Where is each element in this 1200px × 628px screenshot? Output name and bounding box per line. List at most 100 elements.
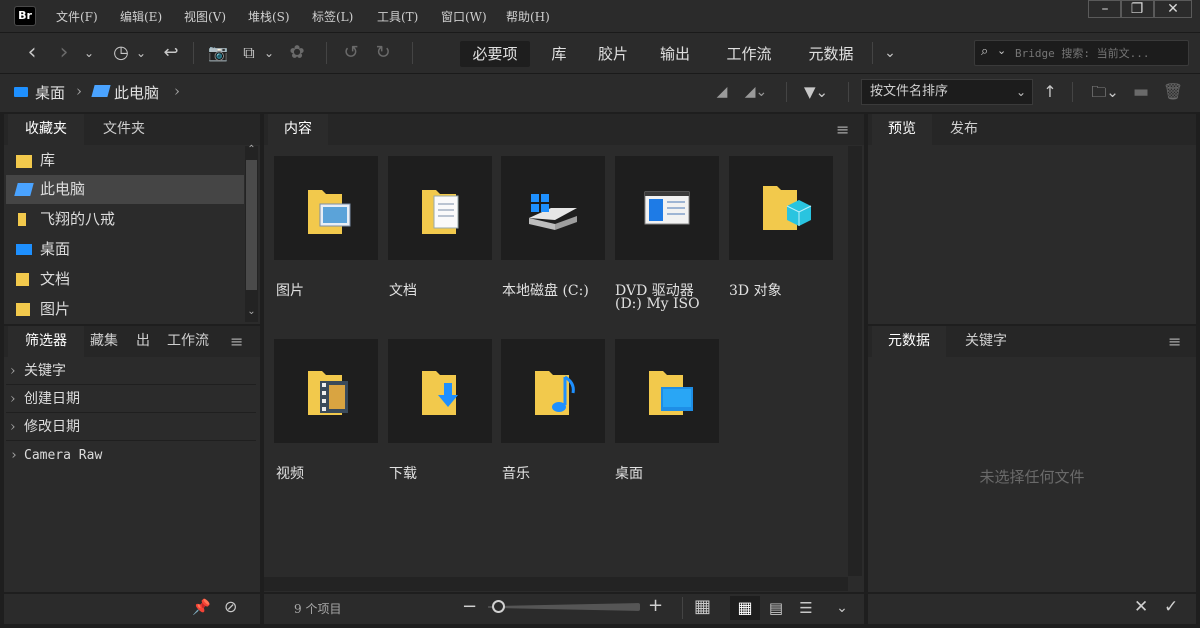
- view-list-icon[interactable]: ☰: [794, 596, 818, 620]
- slider-handle[interactable]: [492, 600, 505, 613]
- sort-dropdown[interactable]: 按文件名排序 ⌄: [861, 79, 1033, 105]
- filter-row-camera-raw[interactable]: › Camera Raw: [6, 442, 256, 469]
- close-button[interactable]: ✕: [1154, 0, 1192, 18]
- sort-direction-icon[interactable]: ↑: [1040, 79, 1060, 105]
- view-details-icon[interactable]: ▤: [764, 596, 788, 620]
- rotate-left-icon[interactable]: ↺: [340, 40, 362, 66]
- tab-folders[interactable]: 文件夹: [86, 114, 162, 145]
- search-dropdown-icon[interactable]: ⌄: [997, 44, 1006, 57]
- filter-tab-bar: 筛选器 藏集 出 工作流 ≡: [4, 326, 260, 357]
- minimize-button[interactable]: –: [1088, 0, 1122, 18]
- copy-dropdown-icon[interactable]: ⌄: [262, 40, 276, 66]
- favorite-item-this-pc[interactable]: 此电脑: [6, 175, 244, 204]
- tab-workflow[interactable]: 工作流: [162, 326, 214, 357]
- clear-filter-icon[interactable]: ⊘: [224, 597, 237, 616]
- zoom-in-icon[interactable]: +: [648, 595, 663, 616]
- tab-publish[interactable]: 发布: [932, 114, 996, 145]
- copy-icon[interactable]: ⧉: [238, 40, 260, 66]
- thumbnail-documents[interactable]: [388, 156, 492, 260]
- pin-icon[interactable]: 📌: [192, 598, 211, 616]
- thumbnail-quality-icon[interactable]: ◢⌄: [740, 79, 772, 105]
- search-input[interactable]: [1015, 44, 1185, 62]
- thumbnail-pictures[interactable]: [274, 156, 378, 260]
- workspace-essentials[interactable]: 必要项: [460, 41, 530, 67]
- menu-stacks[interactable]: 堆栈(S): [248, 8, 290, 25]
- item-label-documents: 文档: [389, 283, 417, 299]
- favorite-item-desktop[interactable]: 桌面: [6, 235, 244, 264]
- restore-button[interactable]: ❐: [1120, 0, 1154, 18]
- thumbnail-dvd-drive[interactable]: [615, 156, 719, 260]
- forward-icon[interactable]: ›: [54, 40, 74, 66]
- search-box[interactable]: ⌕ ⌄: [974, 40, 1189, 66]
- menu-file[interactable]: 文件(F): [56, 8, 98, 25]
- menu-window[interactable]: 窗口(W): [441, 8, 487, 25]
- thumbnail-music[interactable]: [501, 339, 605, 443]
- menu-tools[interactable]: 工具(T): [377, 8, 418, 25]
- scroll-up-icon[interactable]: ⌃: [246, 144, 257, 155]
- filter-row-date-created[interactable]: › 创建日期: [6, 386, 256, 413]
- thumbnail-3d-objects[interactable]: [729, 156, 833, 260]
- tab-export[interactable]: 出: [130, 326, 156, 357]
- zoom-out-icon[interactable]: −: [462, 596, 477, 617]
- new-folder-icon[interactable]: ▬: [1130, 79, 1152, 105]
- tab-content[interactable]: 内容: [268, 114, 328, 145]
- rotate-right-icon[interactable]: ↻: [372, 40, 394, 66]
- item-label-downloads: 下载: [389, 466, 417, 482]
- tab-metadata[interactable]: 元数据: [872, 326, 946, 357]
- refine-icon[interactable]: ✿: [286, 40, 308, 66]
- apply-icon[interactable]: ✓: [1164, 597, 1178, 617]
- menu-view[interactable]: 视图(V): [184, 8, 226, 25]
- filter-row-date-modified[interactable]: › 修改日期: [6, 414, 256, 441]
- view-thumbnails-icon[interactable]: ▦: [730, 596, 760, 620]
- thumbnail-videos[interactable]: [274, 339, 378, 443]
- content-horizontal-scrollbar[interactable]: [264, 577, 848, 591]
- favorite-item-documents[interactable]: 文档: [6, 265, 244, 294]
- breadcrumb-desktop[interactable]: 桌面: [35, 82, 65, 103]
- tab-collections[interactable]: 藏集: [84, 326, 124, 357]
- quality-icon[interactable]: ◢: [712, 79, 732, 105]
- content-vertical-scrollbar[interactable]: [848, 146, 862, 576]
- workspace-more-icon[interactable]: ⌄: [880, 40, 900, 66]
- cancel-icon[interactable]: ✕: [1134, 597, 1148, 617]
- history-dropdown-icon[interactable]: ⌄: [80, 40, 98, 66]
- filter-row-keywords[interactable]: › 关键字: [6, 358, 256, 385]
- back-icon[interactable]: ‹: [22, 40, 42, 66]
- favorite-item-pictures[interactable]: 图片: [6, 295, 244, 321]
- breadcrumb-this-pc[interactable]: 此电脑: [114, 82, 159, 103]
- delete-icon[interactable]: 🗑: [1162, 79, 1184, 105]
- toolbar-divider-4: [872, 42, 873, 64]
- breadcrumb-more-icon[interactable]: ›: [174, 82, 180, 100]
- view-options-icon[interactable]: ⌄: [832, 596, 852, 620]
- boomerang-icon[interactable]: ↩: [160, 40, 182, 66]
- favorite-item-library[interactable]: 库: [6, 146, 244, 175]
- thumbnail-desktop[interactable]: [615, 339, 719, 443]
- favorites-scrollbar[interactable]: ⌃ ⌄: [245, 144, 258, 322]
- item-label-music: 音乐: [502, 466, 530, 482]
- tab-filter[interactable]: 筛选器: [8, 326, 84, 357]
- workspace-output[interactable]: 输出: [652, 41, 698, 67]
- favorite-item-user[interactable]: 飞翔的八戒: [6, 205, 244, 234]
- favorites-scroll-thumb[interactable]: [246, 160, 257, 290]
- thumbnail-downloads[interactable]: [388, 339, 492, 443]
- workspace-filmstrip[interactable]: 胶片: [590, 41, 636, 67]
- workspace-libraries[interactable]: 库: [542, 41, 576, 67]
- tab-favorites[interactable]: 收藏夹: [8, 114, 84, 145]
- panel-menu-icon[interactable]: ≡: [836, 120, 849, 139]
- menu-edit[interactable]: 编辑(E): [120, 8, 162, 25]
- scroll-down-icon[interactable]: ⌄: [246, 306, 257, 317]
- tab-keywords[interactable]: 关键字: [948, 326, 1024, 357]
- tab-preview[interactable]: 预览: [872, 114, 932, 145]
- workspace-workflow[interactable]: 工作流: [718, 41, 780, 67]
- panel-menu-icon[interactable]: ≡: [1168, 332, 1181, 351]
- filter-items-icon[interactable]: ▼⌄: [798, 79, 834, 105]
- panel-menu-icon[interactable]: ≡: [230, 332, 243, 351]
- recent-folder-icon[interactable]: 🗀⌄: [1086, 79, 1124, 105]
- menu-label[interactable]: 标签(L): [312, 8, 353, 25]
- camera-icon[interactable]: 📷: [206, 40, 230, 66]
- thumbnail-local-disk[interactable]: [501, 156, 605, 260]
- workspace-metadata[interactable]: 元数据: [800, 41, 862, 67]
- recent-dropdown-icon[interactable]: ⌄: [134, 40, 148, 66]
- menu-help[interactable]: 帮助(H): [506, 8, 550, 25]
- lock-grid-icon[interactable]: ▦: [694, 596, 711, 617]
- recent-icon[interactable]: ◷: [110, 40, 132, 66]
